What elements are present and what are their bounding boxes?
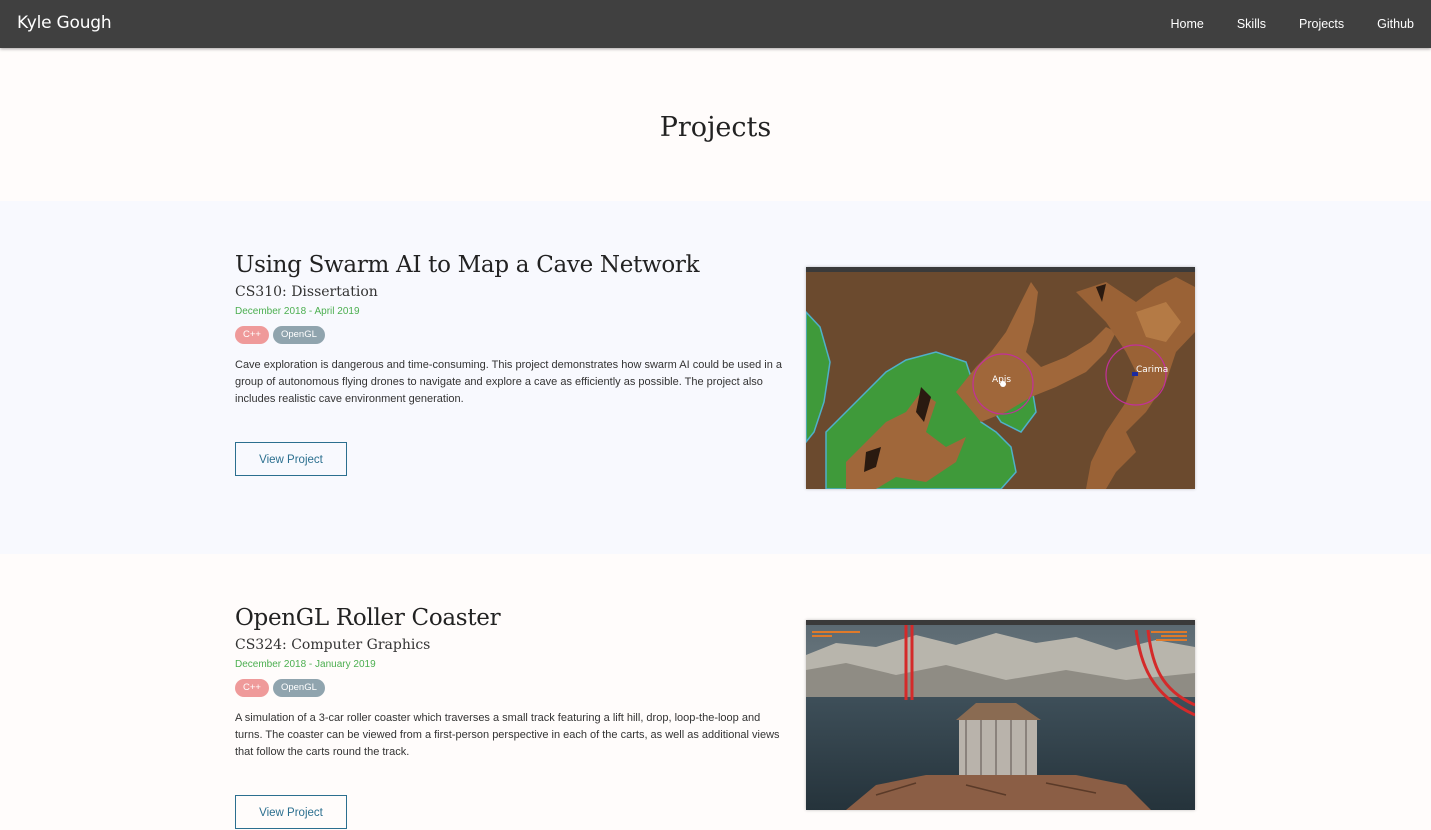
top-navbar: Kyle Gough Home Skills Projects Github <box>0 0 1431 48</box>
roller-coaster-image <box>806 625 1195 810</box>
project-info: OpenGL Roller Coaster CS324: Computer Gr… <box>235 605 783 829</box>
nav-github-link[interactable]: Github <box>1377 17 1414 31</box>
cave-map-image: Apis Carima <box>806 272 1195 489</box>
tag-opengl: OpenGL <box>272 326 325 344</box>
nav-links: Home Skills Projects Github <box>1170 17 1414 31</box>
brand-link[interactable]: Kyle Gough <box>17 13 112 33</box>
project-info: Using Swarm AI to Map a Cave Network CS3… <box>235 252 783 476</box>
project-title: OpenGL Roller Coaster <box>235 605 501 631</box>
project-section-swarm: Using Swarm AI to Map a Cave Network CS3… <box>0 201 1431 554</box>
project-screenshot-cave[interactable]: Apis Carima <box>806 267 1195 489</box>
tag-list: C++ OpenGL <box>235 326 783 344</box>
project-date: December 2018 - January 2019 <box>235 659 376 670</box>
project-date: December 2018 - April 2019 <box>235 306 360 317</box>
drone-label-carima: Carima <box>1136 365 1168 375</box>
nav-home-link[interactable]: Home <box>1170 17 1203 31</box>
project-course: CS310: Dissertation <box>235 284 378 300</box>
view-project-button[interactable]: View Project <box>235 795 347 829</box>
page-title: Projects <box>659 112 772 143</box>
project-title: Using Swarm AI to Map a Cave Network <box>235 252 700 278</box>
nav-skills-link[interactable]: Skills <box>1237 17 1266 31</box>
tag-cpp: C++ <box>235 679 269 697</box>
drone-label-apis: Apis <box>992 375 1011 385</box>
project-description: Cave exploration is dangerous and time-c… <box>235 359 783 405</box>
project-section-coaster: OpenGL Roller Coaster CS324: Computer Gr… <box>0 554 1431 829</box>
project-description: A simulation of a 3-car roller coaster w… <box>235 712 780 758</box>
view-project-button[interactable]: View Project <box>235 442 347 476</box>
tag-opengl: OpenGL <box>272 679 325 697</box>
project-course: CS324: Computer Graphics <box>235 637 431 653</box>
tag-list: C++ OpenGL <box>235 679 783 697</box>
project-screenshot-coaster[interactable] <box>806 620 1195 810</box>
nav-projects-link[interactable]: Projects <box>1299 17 1344 31</box>
tag-cpp: C++ <box>235 326 269 344</box>
